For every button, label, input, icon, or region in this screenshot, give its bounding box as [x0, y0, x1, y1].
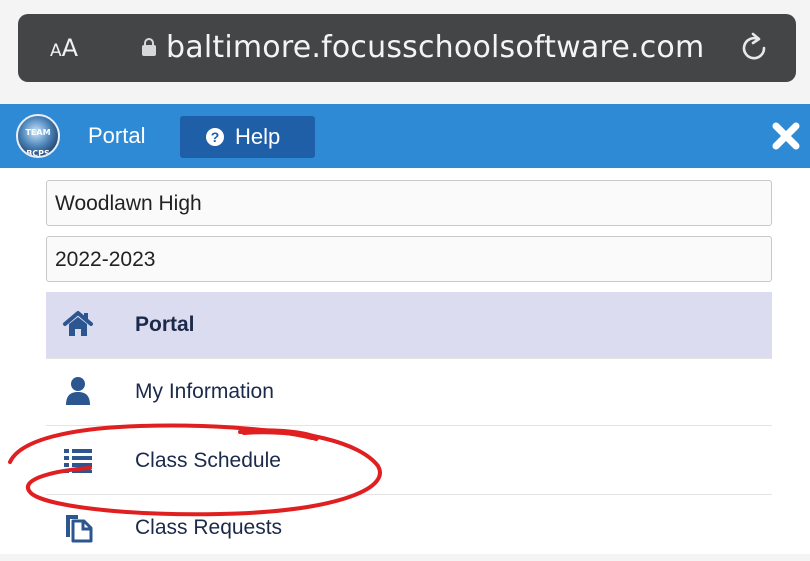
browser-address-bar[interactable]: AA baltimore.focusschoolsoftware.com	[18, 14, 796, 82]
sidebar-item-my-information[interactable]: My Information	[46, 359, 772, 425]
text-size-button[interactable]: AA	[50, 14, 78, 82]
list-icon	[64, 449, 92, 473]
app-header: TEAM BCPS Portal ? Help	[0, 104, 810, 168]
lock-icon	[142, 38, 156, 56]
help-label: Help	[235, 124, 281, 149]
close-icon[interactable]	[770, 120, 802, 152]
school-logo[interactable]: TEAM BCPS	[16, 114, 60, 158]
sidebar-item-portal[interactable]: Portal	[46, 292, 772, 358]
home-icon	[63, 311, 93, 336]
sidebar-menu: Woodlawn High 2022-2023 Portal My Inform…	[0, 168, 810, 554]
sidebar-item-label: My Information	[135, 380, 274, 403]
school-select[interactable]: Woodlawn High	[46, 180, 772, 226]
portal-link[interactable]: Portal	[88, 104, 145, 168]
help-button[interactable]: ? Help	[180, 116, 315, 158]
sidebar-item-label: Class Schedule	[135, 449, 281, 472]
sidebar-item-label: Portal	[135, 313, 195, 336]
user-icon	[66, 377, 90, 405]
url-text[interactable]: baltimore.focusschoolsoftware.com	[166, 14, 704, 82]
reload-icon[interactable]	[736, 30, 772, 66]
help-icon: ?	[206, 128, 224, 146]
sidebar-item-class-schedule[interactable]: Class Schedule	[46, 428, 772, 494]
menu-divider	[46, 425, 772, 426]
sidebar-item-label: Class Requests	[135, 516, 283, 539]
clipboard-icon	[66, 515, 93, 543]
sidebar-item-class-requests[interactable]: Class Requests	[46, 495, 772, 561]
school-year-select[interactable]: 2022-2023	[46, 236, 772, 282]
